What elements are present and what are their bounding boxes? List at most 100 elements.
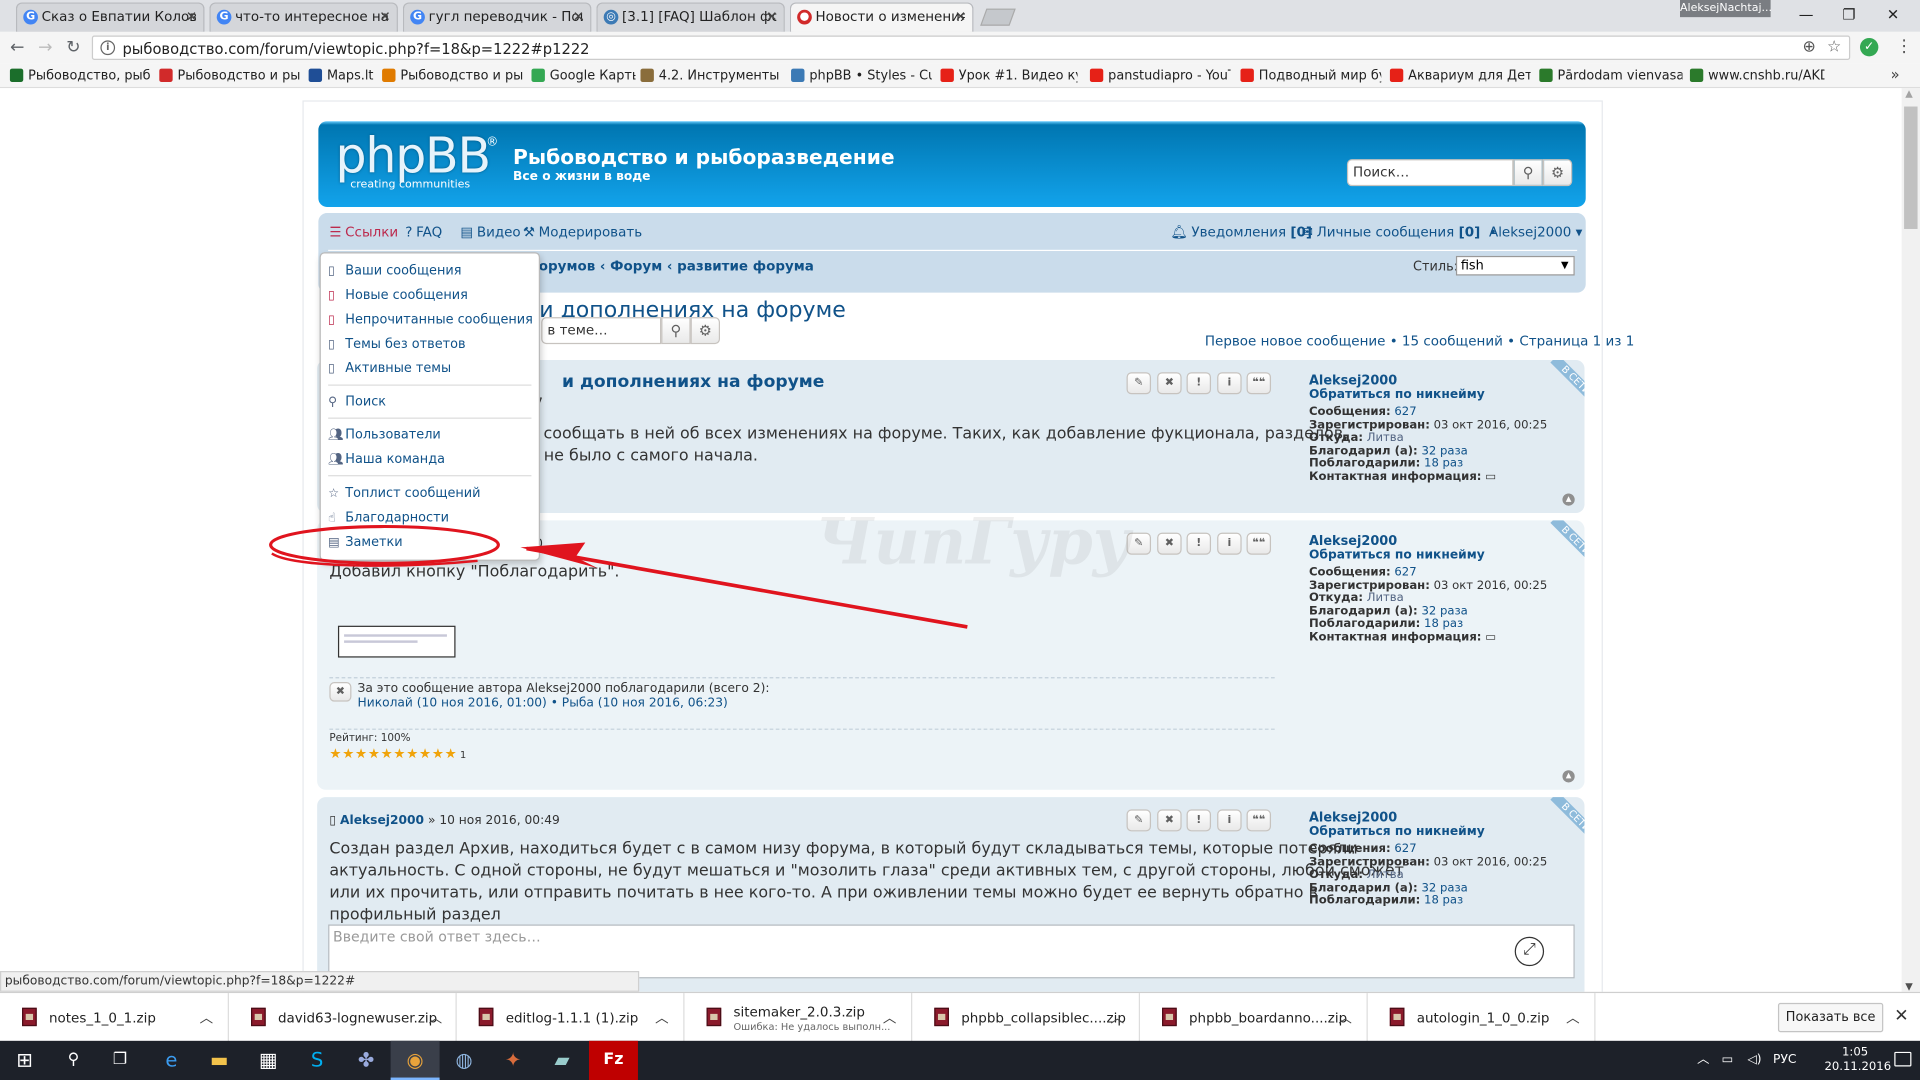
filezilla-icon[interactable]: Fz [588, 1040, 638, 1080]
bookmark-icon [640, 68, 654, 83]
language-indicator[interactable]: РУС [1773, 1041, 1796, 1080]
file-explorer-icon[interactable]: ▬ [195, 1041, 244, 1080]
bookmark[interactable]: Рыбоводство, рыбор [9, 66, 151, 86]
scrollbar-thumb[interactable] [1904, 106, 1918, 229]
browser-tab-3[interactable]: G гугл переводчик - Поис ✕ [402, 2, 592, 32]
bookmark[interactable]: Урок #1. Видео курс [940, 66, 1078, 86]
tab-title: гугл переводчик - Поис [428, 8, 583, 25]
chevron-up-icon[interactable]: ︿ [1111, 1008, 1124, 1028]
browser-tab-5[interactable]: ● Новости о изменениях ✕ [789, 2, 974, 32]
tab-title: что-то интересное нап [235, 8, 390, 25]
download-item[interactable]: david63-lognewuser.zip ︿ [229, 993, 457, 1043]
edge-icon[interactable]: e [147, 1041, 196, 1080]
bookmark[interactable]: phpBB • Styles - Custo [791, 66, 932, 86]
skype-icon[interactable]: S [293, 1041, 342, 1080]
bookmark[interactable]: Maps.lt [308, 66, 376, 86]
bookmark[interactable]: Рыбоводство и рыбс [382, 66, 523, 86]
bookmark-star-icon[interactable]: ☆ [1827, 38, 1841, 56]
status-url: рыбоводство.com/forum/viewtopic.php?f=18… [0, 971, 640, 992]
bookmark[interactable]: www.cnshb.ru/AKDiL/ [1689, 66, 1824, 86]
close-window-icon[interactable]: ✕ [1873, 2, 1912, 26]
tab-title: Новости о изменениях [815, 8, 965, 25]
chevron-up-icon[interactable]: ︿ [1566, 1008, 1579, 1028]
bookmark-icon [1689, 68, 1704, 83]
bookmark[interactable]: Google Карты [531, 66, 636, 86]
browser-tab-1[interactable]: G Сказ о Евпатии Коловр ✕ [15, 2, 205, 32]
close-tab-icon[interactable]: ✕ [379, 4, 390, 31]
app-icon[interactable]: ✦ [489, 1041, 538, 1080]
minimize-icon[interactable]: — [1787, 2, 1826, 26]
maximize-icon[interactable]: ❐ [1829, 2, 1868, 26]
download-item[interactable]: phpbb_collapsiblec....zip ︿ [912, 993, 1141, 1043]
google-icon: G [23, 9, 38, 25]
reload-icon[interactable]: ↻ [62, 37, 84, 59]
bookmark[interactable]: Pārdodam vienvasara [1539, 66, 1682, 86]
annotation-ellipse [269, 525, 500, 565]
youtube-icon [1240, 68, 1254, 83]
archive-icon [1162, 1007, 1177, 1027]
network-icon[interactable]: ▭ [1722, 1041, 1734, 1080]
store-icon[interactable]: ▦ [244, 1041, 293, 1080]
back-arrow-icon[interactable]: ← [6, 37, 28, 59]
scroll-up-icon[interactable]: ▲ [1905, 88, 1913, 99]
annotation-overlay [269, 525, 968, 629]
volume-icon[interactable]: ◁) [1747, 1041, 1761, 1080]
download-item[interactable]: editlog-1.1.1 (1).zip ︿ [457, 993, 685, 1043]
close-tab-icon[interactable]: ✕ [573, 4, 584, 31]
app-icon[interactable]: ▰ [538, 1041, 587, 1080]
bookmark[interactable]: panstudiapro - YouTu [1089, 66, 1231, 86]
menu-dots-icon[interactable]: ⋮ [1896, 37, 1913, 57]
download-item[interactable]: phpbb_boardanno....zip ︿ [1140, 993, 1368, 1043]
download-item[interactable]: autologin_1_0_0.zip ︿ [1368, 993, 1596, 1043]
search-icon[interactable]: ⚲ [49, 1041, 98, 1080]
bookmark[interactable]: Подводный мир бух [1240, 66, 1381, 86]
page-scrollbar[interactable]: ▲ ▼ [1901, 88, 1920, 992]
chevron-up-icon[interactable]: ︿ [655, 1008, 668, 1028]
address-bar[interactable]: i рыбоводство.com/forum/viewtopic.php?f=… [91, 35, 1851, 61]
chevron-up-icon[interactable]: ︿ [1338, 1008, 1351, 1028]
new-tab-button[interactable] [980, 8, 1016, 26]
tab-title: [3.1] [FAQ] Шаблон фор [622, 8, 777, 25]
bookmark-icon [382, 68, 396, 83]
archive-icon [478, 1007, 494, 1027]
forum-icon: ● [797, 9, 812, 25]
tray-chevron-up-icon[interactable]: ︿ [1697, 1041, 1709, 1080]
bookmarks-bar: Рыбоводство, рыбор Рыбоводство и рыбс Ma… [0, 63, 1920, 89]
chevron-up-icon[interactable]: ︿ [883, 1008, 896, 1028]
notifications-icon[interactable] [1894, 1051, 1912, 1067]
archive-icon [934, 1007, 949, 1027]
browser-tab-4[interactable]: ◎ [3.1] [FAQ] Шаблон фор ✕ [596, 2, 785, 32]
chevron-up-icon[interactable]: ︿ [200, 1008, 213, 1028]
archive-icon [251, 1007, 266, 1027]
chrome-icon[interactable]: ◉ [390, 1040, 440, 1080]
task-view-icon[interactable]: ❐ [96, 1041, 145, 1080]
app-icon[interactable]: ✤ [342, 1041, 391, 1080]
profile-badge[interactable]: AleksejNachtaj... [1680, 0, 1772, 18]
browser-tab-2[interactable]: G что-то интересное нап ✕ [209, 2, 398, 32]
close-tab-icon[interactable]: ✕ [186, 4, 197, 31]
windows-start-icon[interactable]: ⊞ [0, 1041, 49, 1080]
bookmark[interactable]: 4.2. Инструменты мо [640, 66, 781, 86]
annotation-arrow-line [526, 546, 968, 629]
download-item[interactable]: sitemaker_2.0.3.zip Ошибка: Не удалось в… [684, 993, 913, 1043]
more-bookmarks-icon[interactable]: » [1891, 66, 1900, 83]
ss-icon [1539, 68, 1553, 83]
chevron-up-icon[interactable]: ︿ [429, 1008, 442, 1028]
app-icon[interactable]: ◍ [440, 1041, 489, 1080]
close-downloads-icon[interactable]: ✕ [1894, 1007, 1908, 1027]
forward-arrow-icon[interactable]: → [34, 37, 56, 59]
close-tab-icon[interactable]: ✕ [766, 4, 777, 31]
bookmark-icon [9, 68, 24, 83]
google-icon: G [410, 9, 425, 25]
bookmark[interactable]: Аквариум для Детей [1389, 66, 1531, 86]
show-all-downloads-button[interactable]: Показать все [1777, 1002, 1884, 1033]
scroll-down-icon[interactable]: ▼ [1905, 981, 1913, 992]
zoom-icon[interactable]: ⊕ [1802, 38, 1815, 56]
info-icon[interactable]: i [100, 40, 116, 56]
extension-check-icon[interactable]: ✓ [1860, 37, 1879, 57]
download-item[interactable]: notes_1_0_1.zip ︿ [0, 993, 229, 1043]
bookmark[interactable]: Рыбоводство и рыбс [159, 66, 300, 86]
close-tab-icon[interactable]: ✕ [955, 4, 966, 31]
clock[interactable]: 1:05 20.11.2016 [1824, 1046, 1891, 1075]
page-viewport: phpBB ® creating communities Рыбоводство… [0, 88, 1902, 992]
